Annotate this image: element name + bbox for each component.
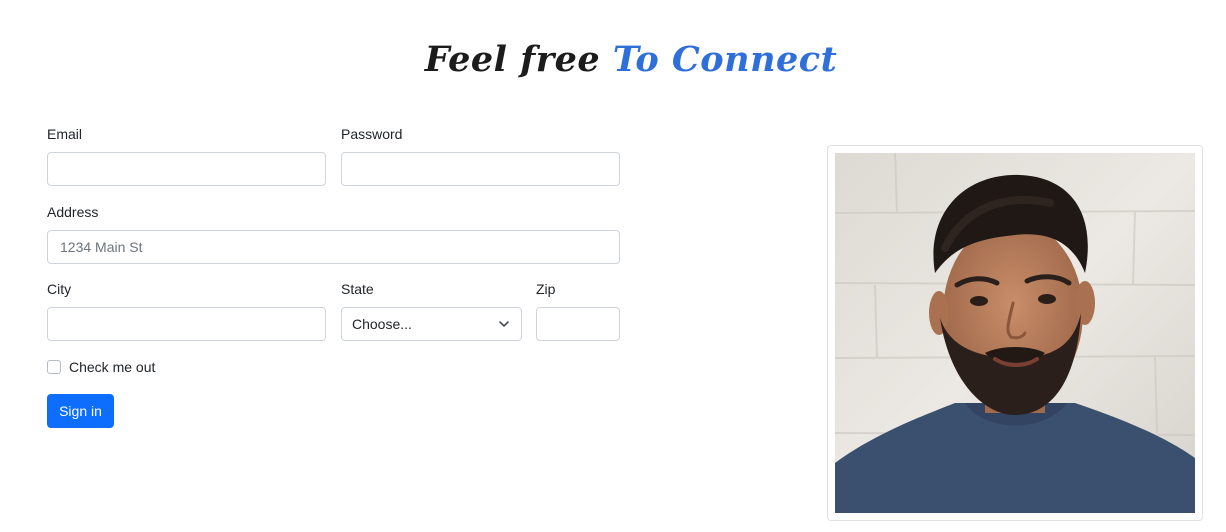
page: Feel free To Connect Email Password Addr… (0, 0, 1226, 532)
check-me-out-checkbox[interactable] (47, 360, 61, 374)
city-field[interactable] (47, 307, 326, 341)
email-field[interactable] (47, 152, 326, 186)
page-title: Feel free To Connect (0, 36, 1226, 84)
state-label: State (341, 281, 374, 297)
email-label: Email (47, 126, 83, 142)
state-select-value: Choose... (352, 316, 412, 332)
profile-photo (835, 153, 1195, 513)
city-label: City (47, 281, 72, 297)
profile-photo-frame (827, 145, 1203, 521)
title-part-1: Feel free (424, 39, 613, 80)
checkbox-label: Check me out (69, 359, 156, 375)
state-select[interactable]: Choose... (341, 307, 522, 341)
address-label: Address (47, 204, 99, 220)
sign-in-button[interactable]: Sign in (47, 394, 114, 428)
password-field[interactable] (341, 152, 620, 186)
address-field[interactable] (47, 230, 620, 264)
zip-label: Zip (536, 281, 556, 297)
zip-field[interactable] (536, 307, 620, 341)
password-label: Password (341, 126, 403, 142)
chevron-down-icon (499, 321, 509, 327)
title-accent: To Connect (612, 39, 838, 80)
